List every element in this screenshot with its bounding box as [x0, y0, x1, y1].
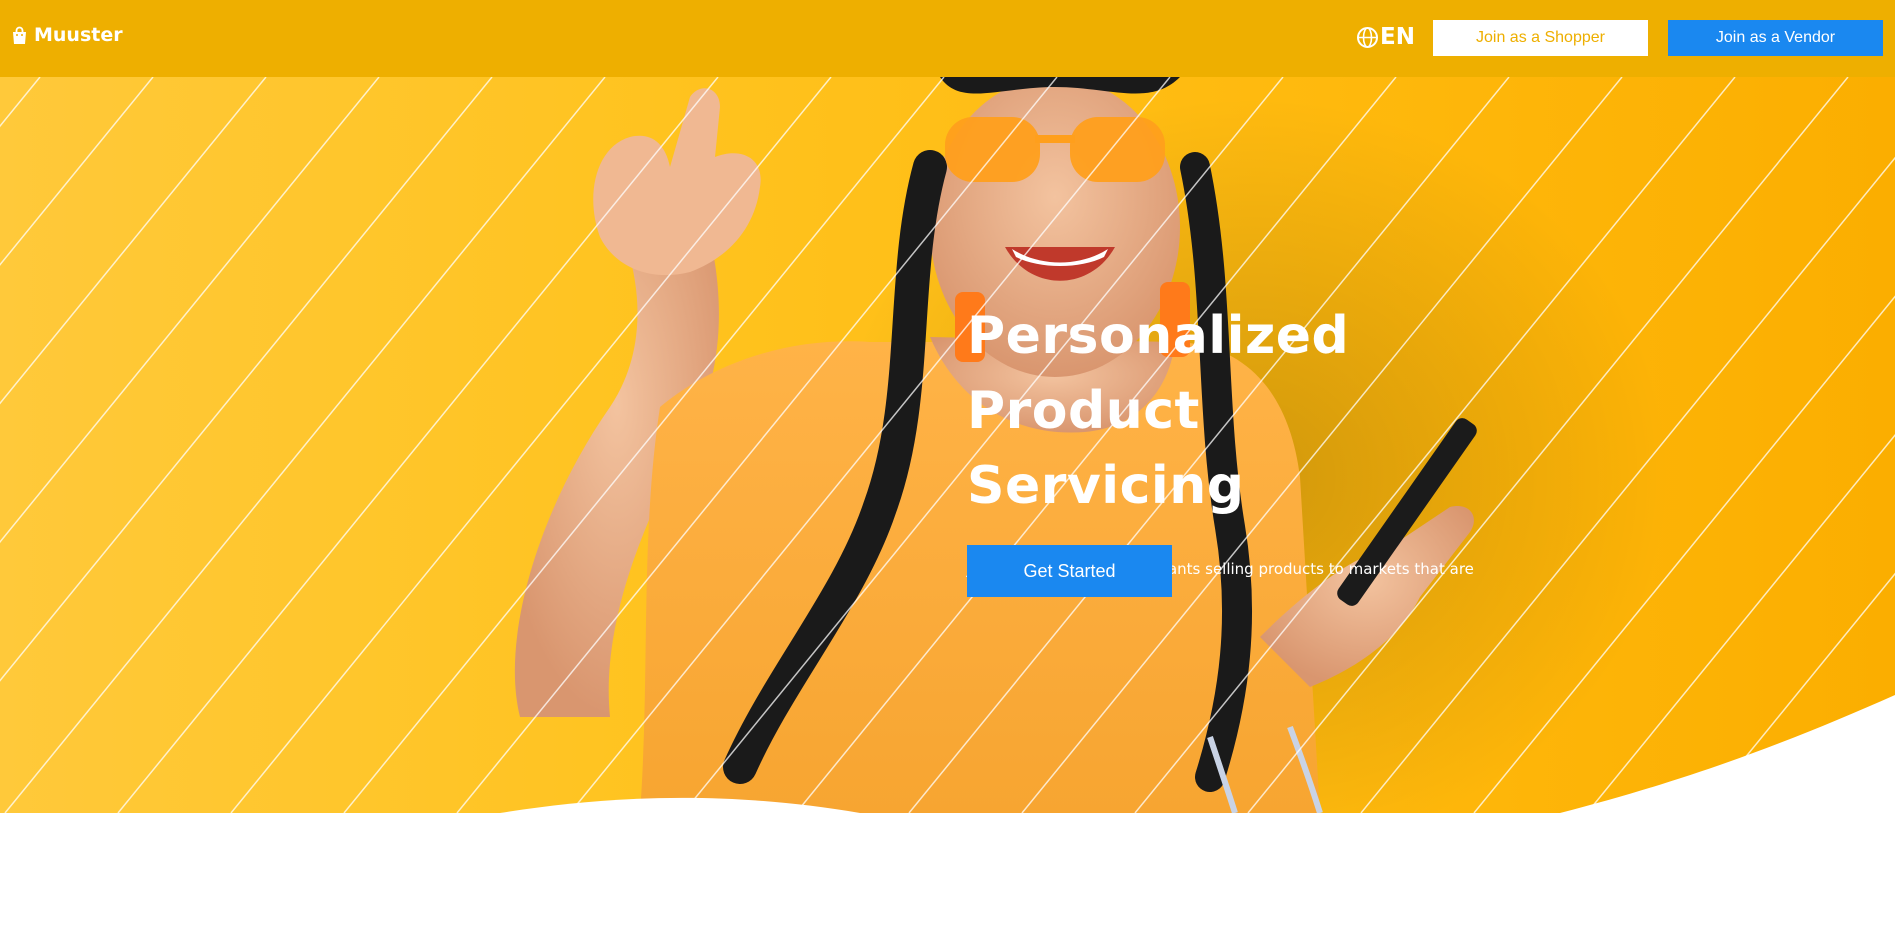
hero-bottom-wave: [500, 695, 1895, 813]
brand-name: Muuster: [34, 24, 123, 46]
language-selector[interactable]: EN: [1356, 24, 1415, 50]
language-label: EN: [1380, 24, 1415, 50]
hero-section: Personalized Product Servicing Join mill…: [0, 77, 1895, 813]
shopping-bag-icon: [11, 26, 28, 45]
get-started-button[interactable]: Get Started: [967, 545, 1172, 597]
top-navigation-bar: Muuster EN Join as a Shopper Join as a V…: [0, 0, 1895, 77]
globe-icon: [1356, 26, 1379, 49]
hero-content: Personalized Product Servicing Join mill…: [967, 299, 1487, 597]
brand-logo[interactable]: Muuster: [11, 24, 123, 46]
join-as-vendor-button[interactable]: Join as a Vendor: [1668, 20, 1883, 56]
content-area-blank: [0, 813, 1895, 930]
hero-title: Personalized Product Servicing: [967, 299, 1487, 524]
hero-title-line-1: Personalized: [967, 306, 1350, 366]
hero-title-line-2: Product Servicing: [967, 381, 1245, 516]
join-as-shopper-button[interactable]: Join as a Shopper: [1433, 20, 1648, 56]
